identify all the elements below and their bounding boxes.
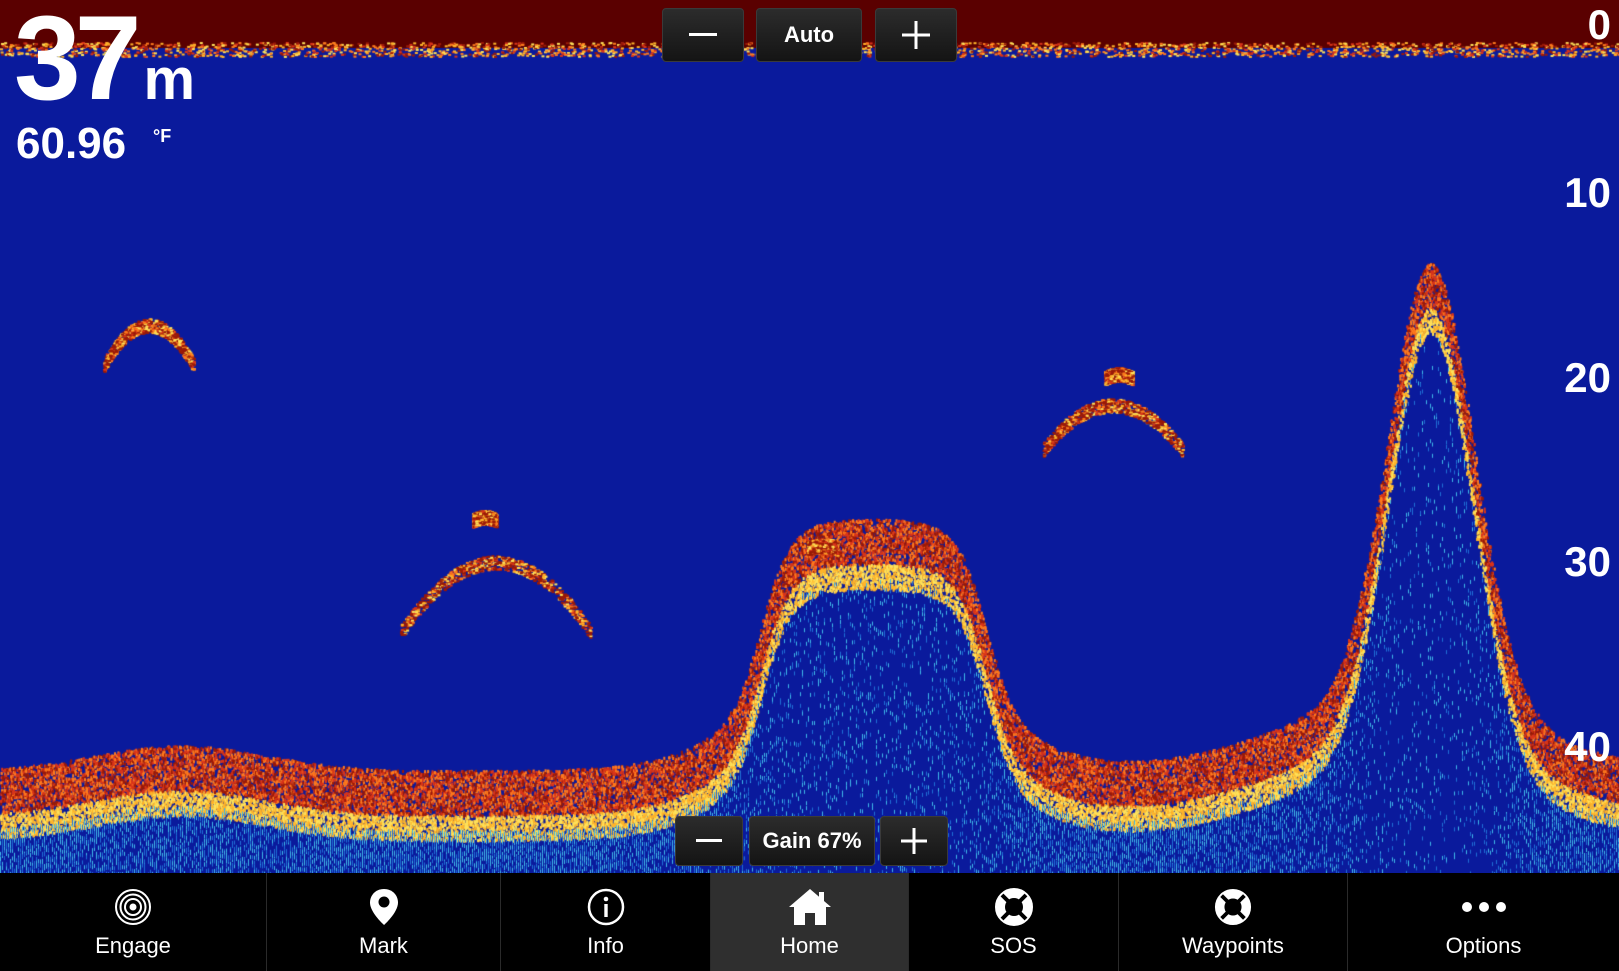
lifebuoy-icon (994, 887, 1034, 927)
gain-label: Gain 67% (762, 828, 862, 853)
range-decrease-button[interactable] (662, 8, 744, 62)
depth-scale-label-10: 10 (1564, 169, 1611, 216)
range-mode-button[interactable]: Auto (756, 8, 862, 62)
sonar-engage-icon (114, 887, 152, 927)
toolbar-label-sos: SOS (990, 933, 1037, 958)
sonar-display[interactable] (0, 0, 1619, 873)
toolbar-label-info: Info (587, 933, 624, 958)
water-temperature: 60.96 (16, 119, 127, 168)
depth-value: 37 (14, 0, 142, 125)
range-increase-button[interactable] (875, 8, 957, 62)
toolbar-item-home[interactable]: Home (711, 873, 909, 971)
depth-readout: 37 m (14, 0, 195, 118)
gain-decrease-button[interactable] (675, 816, 743, 866)
toolbar-item-info[interactable]: Info (501, 873, 711, 971)
depth-unit: m (143, 47, 196, 112)
toolbar-item-sos[interactable]: SOS (909, 873, 1119, 971)
depth-scale-label-30: 30 (1564, 538, 1611, 585)
bottom-toolbar: Engage Mark Info Home SOS Waypoints Opti… (0, 873, 1619, 971)
more-options-icon (1461, 887, 1507, 927)
minus-icon (696, 839, 722, 842)
depth-scale-label-40: 40 (1564, 723, 1611, 770)
home-icon (787, 887, 833, 927)
depth-scale-label-0: 0 (1587, 1, 1611, 48)
waypoint-icon (1214, 887, 1252, 927)
toolbar-label-home: Home (780, 933, 839, 958)
minus-icon (689, 33, 717, 36)
toolbar-item-mark[interactable]: Mark (267, 873, 501, 971)
plus-icon (902, 21, 930, 49)
gain-increase-button[interactable] (880, 816, 948, 866)
toolbar-label-waypoints: Waypoints (1182, 933, 1284, 958)
toolbar-label-engage: Engage (95, 933, 171, 958)
range-mode-label: Auto (783, 22, 835, 47)
gain-button[interactable]: Gain 67% (749, 816, 875, 866)
map-pin-icon (369, 887, 399, 927)
toolbar-label-options: Options (1445, 933, 1522, 958)
toolbar-item-options[interactable]: Options (1348, 873, 1619, 971)
depth-scale-label-20: 20 (1564, 354, 1611, 401)
toolbar-item-engage[interactable]: Engage (0, 873, 267, 971)
info-icon (587, 887, 625, 927)
toolbar-label-mark: Mark (359, 933, 408, 958)
toolbar-item-waypoints[interactable]: Waypoints (1119, 873, 1348, 971)
temperature-unit: °F (153, 126, 172, 146)
plus-icon (901, 828, 927, 854)
